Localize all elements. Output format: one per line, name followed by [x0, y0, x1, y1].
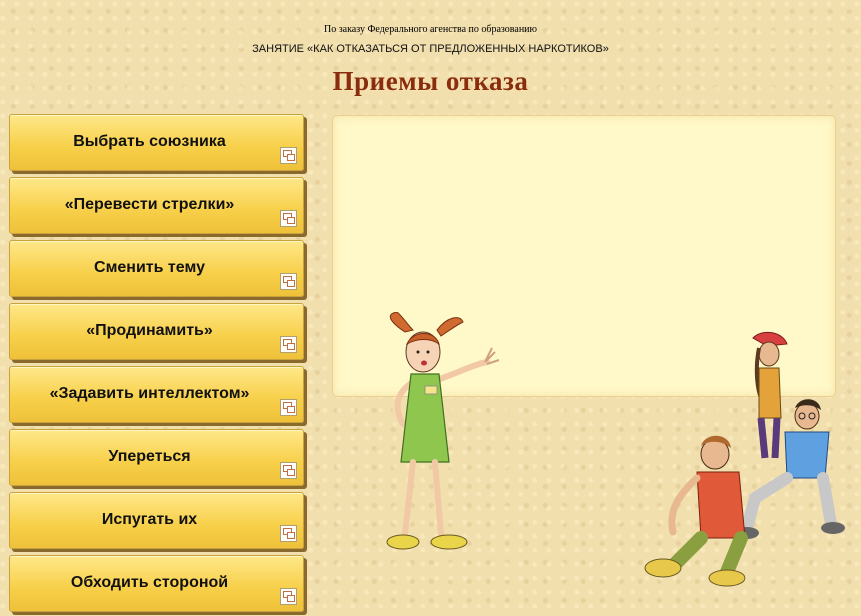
menu-button-label: Выбрать союзника — [73, 133, 226, 150]
popup-window-icon[interactable] — [280, 462, 297, 479]
menu-button-stall[interactable]: «Продинамить» — [9, 303, 304, 360]
popup-window-icon[interactable] — [280, 273, 297, 290]
sponsor-text: По заказу Федерального агенства по образ… — [323, 24, 538, 35]
menu-button-change-topic[interactable]: Сменить тему — [9, 240, 304, 297]
menu-button-choose-ally[interactable]: Выбрать союзника — [9, 114, 304, 171]
menu-button-intellect[interactable]: «Задавить интеллектом» — [9, 366, 304, 423]
menu-button-resist[interactable]: Упереться — [9, 429, 304, 486]
menu-button-label: Испугать их — [101, 511, 198, 528]
popup-window-icon[interactable] — [280, 525, 297, 542]
teens-illustration — [644, 331, 845, 587]
popup-window-icon[interactable] — [280, 399, 297, 416]
menu-button-scare[interactable]: Испугать их — [9, 492, 304, 549]
popup-window-icon[interactable] — [280, 588, 297, 605]
menu-button-label: «Продинамить» — [86, 322, 213, 339]
menu-button-label: «Задавить интеллектом» — [49, 385, 250, 402]
menu-button-label: «Перевести стрелки» — [64, 196, 235, 213]
menu-button-label: Упереться — [108, 448, 191, 465]
girl-illustration — [386, 312, 500, 550]
popup-window-icon[interactable] — [280, 210, 297, 227]
menu-button-label: Сменить тему — [94, 259, 205, 276]
menu-button-label: Обходить стороной — [70, 574, 229, 591]
menu-button-avoid[interactable]: Обходить стороной — [9, 555, 304, 612]
popup-window-icon[interactable] — [280, 336, 297, 353]
page-title: Приемы отказа — [332, 66, 529, 96]
menu-button-switch-arrows[interactable]: «Перевести стрелки» — [9, 177, 304, 234]
popup-window-icon[interactable] — [280, 147, 297, 164]
lesson-title: ЗАНЯТИЕ «КАК ОТКАЗАТЬСЯ ОТ ПРЕДЛОЖЕННЫХ … — [252, 43, 609, 55]
